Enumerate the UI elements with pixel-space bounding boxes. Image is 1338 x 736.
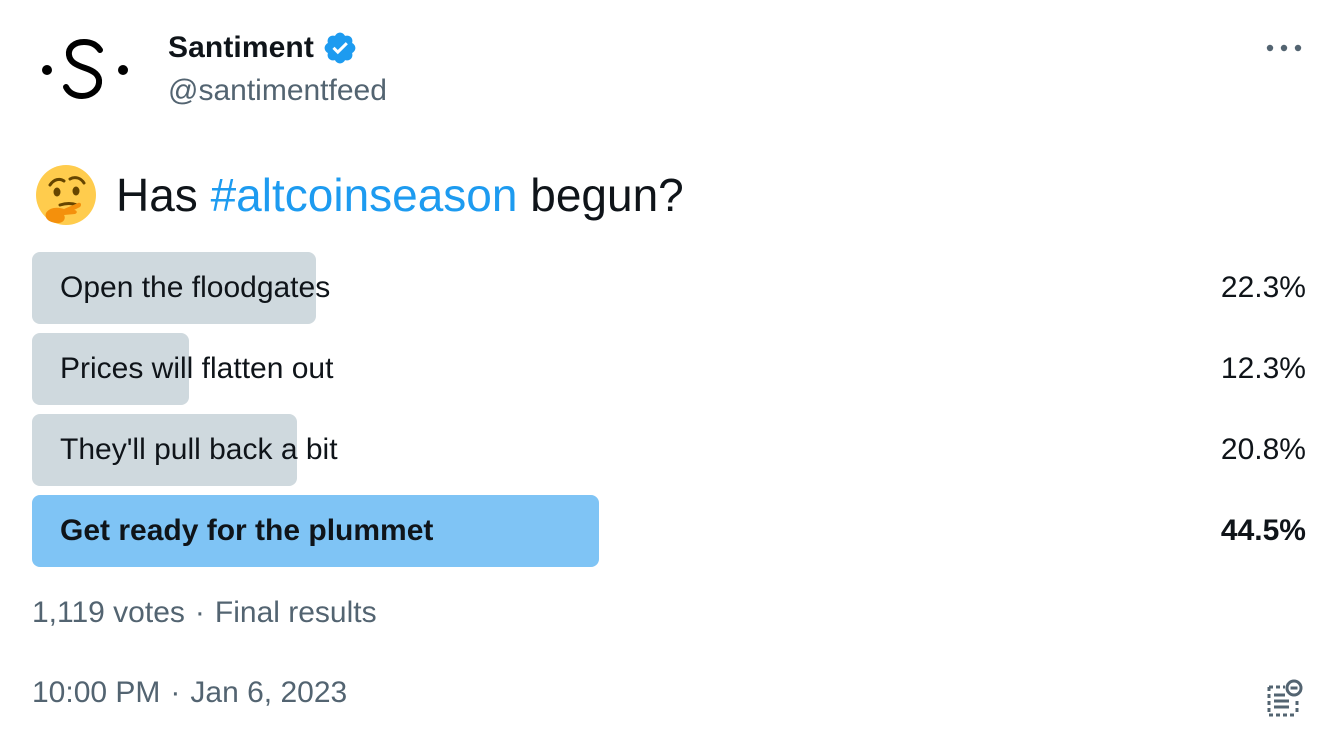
tweet-text: Has #altcoinseason begun? [34, 160, 684, 230]
poll-option: They'll pull back a bit 20.8% [32, 414, 1306, 486]
poll: Open the floodgates 22.3% Prices will fl… [32, 252, 1306, 576]
tweet-time[interactable]: 10:00 PM [32, 676, 160, 709]
tweet: Santiment @santimentfeed Has #altcoinsea… [0, 0, 1338, 736]
handle[interactable]: @santimentfeed [168, 74, 387, 108]
avatar[interactable] [32, 14, 142, 124]
tweet-text-end: begun? [530, 169, 684, 221]
poll-option: Prices will flatten out 12.3% [32, 333, 1306, 405]
santiment-logo-icon [42, 38, 128, 100]
author-info: Santiment @santimentfeed [168, 28, 387, 108]
tweet-text-start: Has [116, 169, 198, 221]
tweet-timestamp[interactable]: 10:00 PM · Jan 6, 2023 [32, 676, 347, 710]
separator: · [170, 676, 181, 709]
poll-vote-count: 1,119 votes [32, 596, 185, 629]
poll-option-percent: 44.5% [1220, 514, 1306, 547]
poll-option-percent: 22.3% [1220, 271, 1306, 304]
separator: · [194, 596, 205, 629]
poll-option-label: Prices will flatten out [60, 352, 334, 385]
display-name[interactable]: Santiment [168, 31, 314, 65]
tweet-date[interactable]: Jan 6, 2023 [190, 676, 347, 709]
poll-status: Final results [214, 596, 377, 629]
poll-option-label: Open the floodgates [60, 271, 331, 304]
poll-option-label: They'll pull back a bit [60, 433, 338, 466]
thinking-face-icon [36, 165, 96, 225]
poll-option-percent: 20.8% [1220, 433, 1306, 466]
hashtag-link[interactable]: #altcoinseason [211, 168, 518, 222]
community-notes-button[interactable] [1260, 676, 1306, 722]
verified-badge-icon [324, 32, 356, 64]
poll-summary: 1,119 votes · Final results [32, 596, 377, 630]
poll-option-percent: 12.3% [1220, 352, 1306, 385]
poll-option-label: Get ready for the plummet [60, 514, 434, 547]
poll-option-winner: Get ready for the plummet 44.5% [32, 495, 1306, 567]
name-row: Santiment [168, 28, 387, 68]
community-notes-icon [1267, 679, 1303, 717]
more-options-icon [1266, 44, 1302, 52]
more-options-button[interactable] [1262, 30, 1306, 66]
poll-option: Open the floodgates 22.3% [32, 252, 1306, 324]
